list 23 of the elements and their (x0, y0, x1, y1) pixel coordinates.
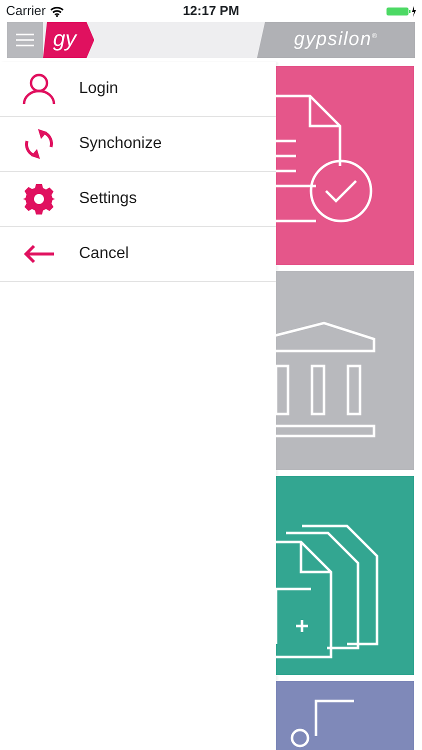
menu-item[interactable]: Settings (0, 172, 276, 227)
menu-item[interactable]: Cancel (0, 227, 276, 282)
sync-icon (22, 127, 56, 161)
battery-icon (386, 6, 416, 16)
menu-label: Synchonize (79, 134, 162, 154)
menu-label: Cancel (79, 244, 129, 264)
tile[interactable] (276, 66, 414, 265)
menu-label: Login (79, 79, 118, 99)
menu-button[interactable] (7, 22, 43, 58)
time-label: 12:17 PM (182, 2, 240, 20)
menu-label: Settings (79, 189, 137, 209)
menu-icon (16, 33, 34, 47)
back-arrow-icon (22, 244, 56, 264)
tile[interactable] (276, 476, 414, 675)
menu-item[interactable]: Synchonize (0, 117, 276, 172)
logo-tag: gy (43, 22, 94, 58)
carrier-label: Carrier (6, 2, 46, 20)
wifi-icon (50, 6, 64, 16)
brand-logo: gypsilon$^{®}$ (257, 22, 415, 58)
settings-icon (22, 183, 56, 215)
menu-item[interactable]: Login (0, 62, 276, 117)
tile[interactable] (276, 271, 414, 470)
user-icon (22, 73, 56, 105)
